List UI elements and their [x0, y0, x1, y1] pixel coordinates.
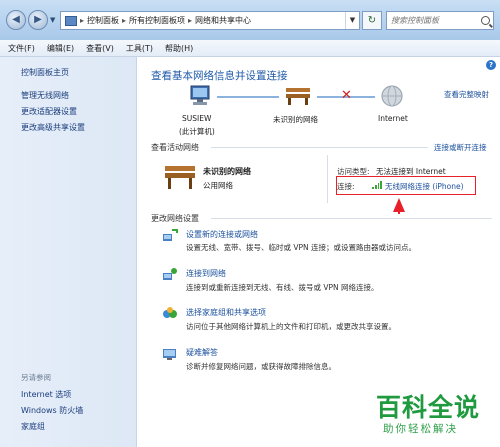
- view-full-map-link[interactable]: 查看完整映射: [444, 89, 489, 100]
- connect-to-network-link[interactable]: 连接到网络: [186, 268, 226, 279]
- troubleshoot-desc: 诊断并修复网络问题，或获得故障排除信息。: [186, 362, 336, 371]
- watermark-title: 百科全说: [376, 393, 481, 422]
- menu-edit[interactable]: 编辑(E): [47, 43, 74, 54]
- annotation-arrow-head: [393, 198, 405, 212]
- troubleshoot-icon: [163, 349, 176, 360]
- forward-button[interactable]: ▶: [28, 10, 48, 30]
- connect-disconnect-link[interactable]: 连接或断开连接: [434, 142, 487, 153]
- setup-new-connection-desc: 设置无线、宽带、拨号、临时或 VPN 连接；或设置路由器或访问点。: [186, 243, 417, 252]
- internet-node-label: Internet: [378, 114, 408, 123]
- bench-network-icon: [286, 88, 310, 105]
- address-dropdown-button[interactable]: ▼: [345, 12, 359, 29]
- map-connector-line: [217, 96, 279, 98]
- forward-arrow-icon: ▶: [34, 14, 42, 25]
- left-link-windows-firewall[interactable]: Windows 防火墙: [21, 405, 83, 416]
- address-toolbar: ◀ ▶ ▼ ▸ 控制面板 ▸ 所有控制面板项 ▸ 网络和共享中心 ▼ ↻: [0, 0, 500, 40]
- computer-icon: [190, 85, 210, 105]
- breadcrumb-separator-icon[interactable]: ▸: [122, 16, 126, 25]
- section-divider: [211, 218, 492, 219]
- annotation-highlight-box: [336, 176, 476, 195]
- troubleshoot-link[interactable]: 疑难解答: [186, 347, 218, 358]
- see-also-heading: 另请参阅: [21, 373, 51, 382]
- menu-bar: 文件(F) 编辑(E) 查看(V) 工具(T) 帮助(H): [0, 40, 500, 57]
- active-network-type-link[interactable]: 公用网络: [203, 180, 233, 191]
- back-arrow-icon: ◀: [12, 14, 20, 25]
- recent-pages-dropdown[interactable]: ▼: [50, 16, 55, 24]
- watermark-subtitle: 助你轻松解决: [383, 423, 458, 435]
- setup-new-connection-link[interactable]: 设置新的连接或网络: [186, 229, 258, 240]
- back-button[interactable]: ◀: [6, 10, 26, 30]
- new-connection-icon: [163, 229, 178, 241]
- connect-network-icon: [163, 268, 177, 280]
- help-icon[interactable]: ?: [486, 60, 496, 70]
- homegroup-sharing-icon: [163, 307, 177, 318]
- homegroup-sharing-link[interactable]: 选择家庭组和共享选项: [186, 307, 266, 318]
- left-link-manage-wireless[interactable]: 管理无线网络: [21, 90, 69, 101]
- breadcrumb-separator-icon[interactable]: ▸: [188, 16, 192, 25]
- control-panel-icon: [65, 15, 77, 26]
- left-link-adapter-settings[interactable]: 更改适配器设置: [21, 106, 77, 117]
- computer-name-label: SUSIEW: [182, 114, 212, 123]
- vertical-divider: [327, 155, 328, 203]
- chevron-down-icon: ▼: [50, 16, 56, 24]
- computer-sub-label: (此计算机): [179, 127, 215, 136]
- page-title: 查看基本网络信息并设置连接: [151, 70, 288, 82]
- active-network-name: 未识别的网络: [203, 167, 251, 176]
- bench-network-icon: [165, 166, 195, 189]
- globe-icon: [381, 85, 403, 107]
- left-link-homegroup[interactable]: 家庭组: [21, 421, 45, 432]
- menu-tools[interactable]: 工具(T): [126, 43, 153, 54]
- breadcrumb-network-center[interactable]: 网络和共享中心: [195, 15, 251, 26]
- change-settings-heading: 更改网络设置: [151, 214, 199, 223]
- breadcrumb-control-panel[interactable]: 控制面板: [87, 15, 119, 26]
- search-input[interactable]: [391, 16, 477, 25]
- breadcrumb-all-items[interactable]: 所有控制面板项: [129, 15, 185, 26]
- left-link-advanced-sharing[interactable]: 更改高级共享设置: [21, 122, 85, 133]
- connect-to-network-desc: 连接到或重新连接到无线、有线、拨号或 VPN 网络连接。: [186, 283, 379, 292]
- menu-help[interactable]: 帮助(H): [165, 43, 193, 54]
- search-box[interactable]: [386, 11, 494, 30]
- homegroup-sharing-desc: 访问位于其他网络计算机上的文件和打印机，或更改共享设置。: [186, 322, 396, 331]
- breadcrumb-separator-icon[interactable]: ▸: [80, 16, 84, 25]
- network-node-label: 未识别的网络: [273, 115, 318, 124]
- menu-file[interactable]: 文件(F): [8, 43, 35, 54]
- refresh-button[interactable]: ↻: [362, 11, 382, 30]
- refresh-icon: ↻: [367, 15, 377, 26]
- search-icon[interactable]: [481, 16, 490, 25]
- left-link-control-panel-home[interactable]: 控制面板主页: [21, 67, 69, 78]
- section-divider: [211, 147, 428, 148]
- disconnected-x-icon: ✕: [341, 88, 352, 103]
- active-networks-heading: 查看活动网络: [151, 143, 199, 152]
- menu-view[interactable]: 查看(V): [86, 43, 114, 54]
- address-bar[interactable]: ▸ 控制面板 ▸ 所有控制面板项 ▸ 网络和共享中心 ▼: [60, 11, 360, 30]
- left-link-internet-options[interactable]: Internet 选项: [21, 389, 71, 400]
